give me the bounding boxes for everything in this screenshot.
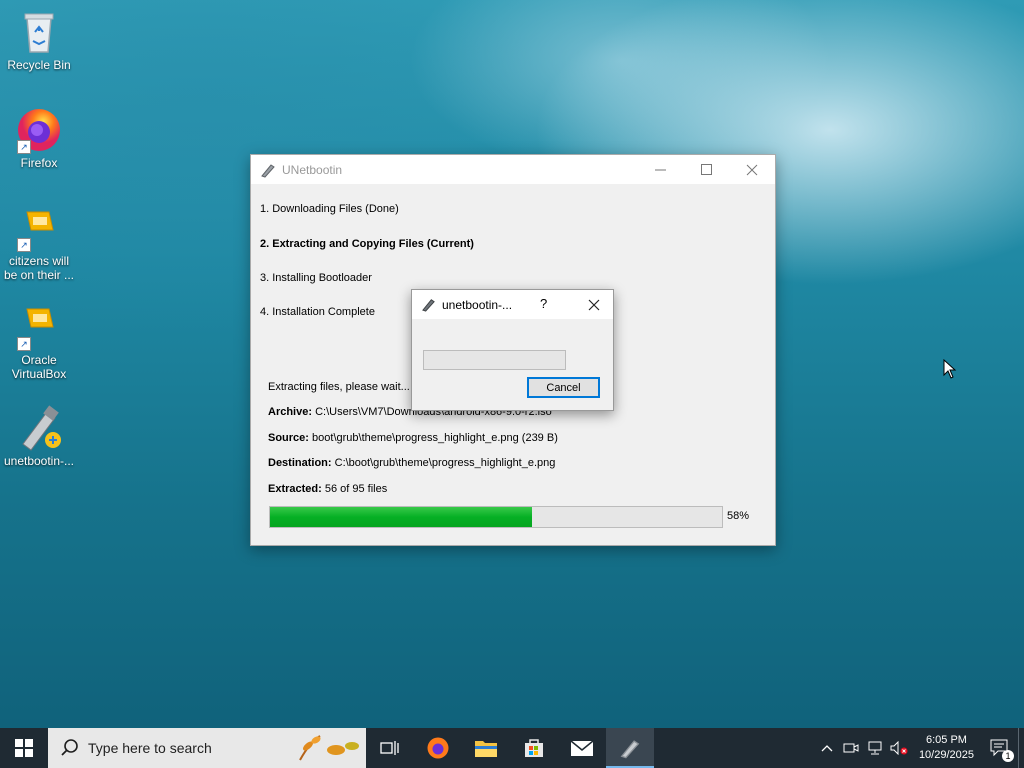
camera-icon bbox=[843, 743, 859, 753]
network-icon bbox=[868, 741, 882, 755]
start-button[interactable] bbox=[0, 728, 48, 768]
desktop-icon-label: citizens will be on their ... bbox=[3, 254, 75, 282]
source-label: Source: bbox=[268, 432, 309, 444]
desktop-icon-unetbootin[interactable]: unetbootin-... bbox=[1, 404, 77, 468]
clock-date: 10/29/2025 bbox=[918, 749, 974, 761]
recycle-bin-icon bbox=[15, 8, 63, 56]
show-desktop-button[interactable] bbox=[1018, 728, 1024, 768]
dialog-close-button[interactable] bbox=[576, 290, 612, 319]
minimize-icon bbox=[654, 169, 666, 171]
step-extracting: 2. Extracting and Copying Files (Current… bbox=[260, 238, 474, 250]
unetbootin-icon bbox=[421, 297, 436, 312]
desktop-icon-label: Oracle VirtualBox bbox=[11, 353, 67, 381]
mouse-cursor-icon bbox=[943, 359, 957, 379]
window-titlebar[interactable]: UNetbootin bbox=[251, 155, 775, 184]
taskbar-microsoft-store[interactable] bbox=[510, 728, 558, 768]
volume-muted-icon bbox=[890, 741, 908, 755]
search-icon bbox=[61, 739, 78, 756]
extracted-row: Extracted: 56 of 95 files bbox=[268, 483, 387, 495]
progress-bar-fill bbox=[270, 507, 533, 527]
unetbootin-dialog: unetbootin-... ? Cancel bbox=[411, 289, 614, 411]
destination-value: C:\boot\grub\theme\progress_highlight_e.… bbox=[334, 457, 556, 469]
source-value: boot\grub\theme\progress_highlight_e.png… bbox=[312, 432, 558, 444]
windows-logo-icon bbox=[15, 739, 33, 757]
desktop-icon-oracle-virtualbox[interactable]: ↗ Oracle VirtualBox bbox=[1, 303, 77, 381]
archive-label: Archive: bbox=[268, 406, 313, 418]
shortcut-arrow-icon: ↗ bbox=[17, 337, 31, 351]
taskbar-search-box[interactable]: Type here to search bbox=[48, 728, 366, 768]
destination-row: Destination: C:\boot\grub\theme\progress… bbox=[268, 457, 555, 469]
task-view-icon bbox=[380, 741, 399, 755]
taskbar: Type here to search 6:05 PM 10/29/2025 1 bbox=[0, 728, 1024, 768]
maximize-button[interactable] bbox=[683, 155, 729, 184]
source-row: Source: boot\grub\theme\progress_highlig… bbox=[268, 432, 558, 444]
system-tray: 6:05 PM 10/29/2025 1 bbox=[815, 728, 1024, 768]
help-button[interactable]: ? bbox=[540, 296, 547, 311]
autumn-leaves-icon bbox=[299, 735, 359, 761]
close-icon bbox=[588, 299, 600, 310]
minimize-button[interactable] bbox=[637, 155, 683, 184]
meet-now-button[interactable] bbox=[839, 728, 863, 768]
show-hidden-icons-button[interactable] bbox=[815, 728, 839, 768]
chevron-up-icon bbox=[821, 745, 833, 752]
step-installation-complete: 4. Installation Complete bbox=[260, 306, 375, 318]
shortcut-arrow-icon: ↗ bbox=[17, 140, 31, 154]
taskbar-firefox[interactable] bbox=[414, 728, 462, 768]
desktop-icon-label: unetbootin-... bbox=[3, 454, 75, 468]
clock[interactable]: 6:05 PM 10/29/2025 bbox=[919, 733, 974, 763]
virtualbox-icon: ↗ bbox=[15, 303, 63, 351]
maximize-icon bbox=[700, 164, 712, 175]
unetbootin-icon bbox=[260, 162, 276, 178]
desktop-icon-citizens-shortcut[interactable]: ↗ citizens will be on their ... bbox=[1, 204, 77, 282]
extracted-label: Extracted: bbox=[268, 483, 322, 495]
desktop-icon-label: Recycle Bin bbox=[7, 58, 71, 72]
taskbar-file-explorer[interactable] bbox=[462, 728, 510, 768]
unetbootin-icon bbox=[15, 404, 63, 452]
clock-time: 6:05 PM bbox=[925, 734, 967, 746]
progress-percent: 58% bbox=[727, 510, 750, 522]
desktop-icon-firefox[interactable]: ↗ Firefox bbox=[1, 106, 77, 170]
dialog-progress-bar bbox=[423, 350, 566, 370]
desktop-icon-label: Firefox bbox=[20, 156, 58, 170]
extracted-value: 56 of 95 files bbox=[324, 483, 388, 495]
notification-count-badge: 1 bbox=[1002, 750, 1014, 762]
mail-icon bbox=[570, 740, 594, 756]
close-button[interactable] bbox=[729, 155, 775, 184]
dialog-titlebar[interactable]: unetbootin-... ? bbox=[412, 290, 613, 319]
taskbar-unetbootin[interactable] bbox=[606, 728, 654, 768]
step-downloading: 1. Downloading Files (Done) bbox=[260, 203, 399, 215]
search-placeholder: Type here to search bbox=[88, 740, 212, 756]
close-icon bbox=[746, 164, 758, 175]
task-view-button[interactable] bbox=[366, 728, 414, 768]
progress-bar bbox=[269, 506, 723, 528]
firefox-icon bbox=[427, 737, 449, 759]
status-text: Extracting files, please wait... bbox=[268, 381, 410, 393]
shortcut-arrow-icon: ↗ bbox=[17, 238, 31, 252]
window-title: UNetbootin bbox=[282, 162, 343, 177]
notifications-button[interactable]: 1 bbox=[982, 728, 1018, 768]
dialog-title: unetbootin-... bbox=[442, 297, 513, 312]
destination-label: Destination: bbox=[268, 457, 332, 469]
desktop-icon-recycle-bin[interactable]: Recycle Bin bbox=[1, 8, 77, 72]
file-shortcut-icon: ↗ bbox=[15, 204, 63, 252]
unetbootin-icon bbox=[620, 740, 640, 759]
folder-icon bbox=[475, 741, 497, 757]
taskbar-mail[interactable] bbox=[558, 728, 606, 768]
cancel-button[interactable]: Cancel bbox=[527, 377, 600, 398]
network-button[interactable] bbox=[863, 728, 887, 768]
store-icon bbox=[525, 739, 543, 757]
volume-button[interactable] bbox=[887, 728, 911, 768]
firefox-icon: ↗ bbox=[15, 106, 63, 154]
step-installing-bootloader: 3. Installing Bootloader bbox=[260, 272, 372, 284]
